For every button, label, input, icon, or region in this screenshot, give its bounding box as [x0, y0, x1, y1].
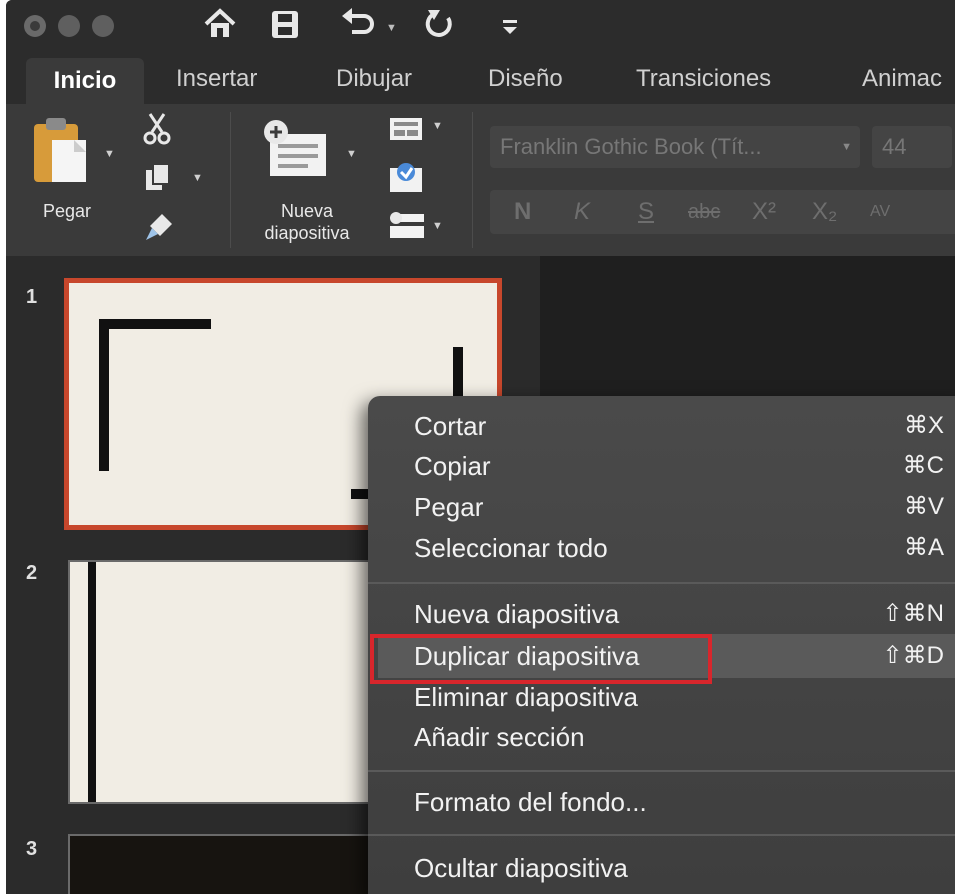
customize-toolbar-icon[interactable] [500, 6, 520, 42]
menu-item-label: Seleccionar todo [414, 533, 608, 563]
redo-icon[interactable] [420, 6, 460, 42]
home-icon[interactable] [202, 6, 238, 42]
new-slide-dropdown-icon[interactable]: ▼ [346, 148, 357, 160]
menu-item-label: Eliminar diapositiva [414, 682, 638, 712]
underline-button[interactable]: S [638, 190, 654, 234]
menu-item-anadir-seccion[interactable]: Añadir sección [414, 717, 944, 757]
italic-button[interactable]: K [574, 190, 590, 234]
paste-dropdown-icon[interactable]: ▼ [104, 148, 115, 160]
reset-slide-icon[interactable] [388, 162, 424, 199]
new-slide-label-line1: Nueva [280, 201, 334, 221]
menu-item-label: Nueva diapositiva [414, 599, 620, 629]
layout-icon[interactable] [388, 114, 424, 149]
slide-decor-line [99, 319, 211, 329]
menu-separator [368, 834, 955, 836]
powerpoint-window: ▼ Inicio Insertar Dibujar Diseño Transic… [6, 0, 955, 894]
menu-item-shortcut: ⌘A [903, 534, 944, 561]
menu-item-label: Cortar [414, 411, 487, 441]
slide-decor-line [88, 562, 96, 802]
menu-item-label: Añadir sección [414, 722, 585, 752]
menu-item-pegar[interactable]: Pegar ⌘V [414, 487, 944, 527]
menu-item-shortcut: ⌘C [902, 452, 944, 479]
subscript-button[interactable]: X₂ [812, 190, 837, 234]
paste-icon[interactable] [30, 116, 92, 191]
menu-item-shortcut: ⌘V [903, 493, 944, 520]
annotation-highlight-box [370, 634, 712, 684]
new-slide-label[interactable]: Nueva diapositiva [242, 200, 372, 244]
menu-item-label: Pegar [414, 492, 484, 522]
slide-number: 2 [26, 562, 38, 584]
menu-item-shortcut: ⇧⌘D [882, 642, 944, 669]
section-icon[interactable] [388, 210, 426, 247]
menu-item-nueva-diapositiva[interactable]: Nueva diapositiva ⇧⌘N [414, 594, 944, 634]
close-window-button[interactable] [24, 15, 46, 37]
superscript-button[interactable]: X² [752, 190, 776, 234]
ribbon-tabs: Inicio Insertar Dibujar Diseño Transicio… [6, 52, 955, 104]
menu-separator [368, 582, 955, 584]
chevron-down-icon: ▼ [841, 141, 852, 153]
format-painter-icon[interactable] [144, 210, 176, 247]
slide-number: 3 [26, 838, 38, 860]
strikethrough-button[interactable]: abc [688, 190, 720, 234]
scissors-icon[interactable] [142, 112, 172, 151]
menu-item-copiar[interactable]: Copiar ⌘C [414, 446, 944, 486]
menu-item-shortcut: ⌘X [903, 412, 944, 439]
undo-icon[interactable] [338, 6, 378, 42]
font-name-value: Franklin Gothic Book (Tít... [500, 134, 762, 159]
copy-dropdown-icon[interactable]: ▼ [192, 172, 203, 184]
title-bar: ▼ [6, 0, 955, 52]
menu-item-label: Ocultar diapositiva [414, 853, 628, 883]
bold-button[interactable]: N [514, 190, 531, 234]
tab-diseno[interactable]: Diseño [488, 65, 563, 93]
menu-item-cortar[interactable]: Cortar ⌘X [414, 406, 944, 446]
menu-item-shortcut: ⇧⌘N [882, 600, 944, 627]
ribbon-divider [472, 112, 473, 248]
character-spacing-button[interactable]: AV [870, 190, 890, 234]
minimize-window-button[interactable] [58, 15, 80, 37]
copy-icon[interactable] [144, 162, 172, 197]
font-size-select[interactable]: 44 [872, 126, 952, 168]
slide-decor-line [99, 319, 109, 471]
save-icon[interactable] [268, 6, 302, 42]
menu-separator [368, 770, 955, 772]
menu-item-label: Copiar [414, 451, 491, 481]
ribbon-divider [230, 112, 231, 248]
tab-dibujar[interactable]: Dibujar [336, 65, 412, 93]
paste-label[interactable]: Pegar [32, 200, 102, 222]
tab-insertar[interactable]: Insertar [176, 65, 257, 93]
format-toolbar: N K S abc X² X₂ AV [490, 190, 955, 234]
tab-animaciones[interactable]: Animac [862, 65, 942, 93]
menu-item-formato-del-fondo[interactable]: Formato del fondo... [414, 782, 944, 822]
tab-transiciones[interactable]: Transiciones [636, 65, 771, 93]
zoom-window-button[interactable] [92, 15, 114, 37]
new-slide-label-line2: diapositiva [264, 223, 350, 243]
slide-number: 1 [26, 286, 38, 308]
font-name-select[interactable]: Franklin Gothic Book (Tít... ▼ [490, 126, 860, 168]
new-slide-icon[interactable] [262, 118, 328, 185]
layout-dropdown-icon[interactable]: ▼ [432, 120, 443, 132]
undo-dropdown-icon[interactable]: ▼ [386, 22, 397, 34]
menu-item-seleccionar-todo[interactable]: Seleccionar todo ⌘A [414, 528, 944, 568]
menu-item-label: Formato del fondo... [414, 787, 647, 817]
tab-inicio[interactable]: Inicio [26, 58, 144, 104]
section-dropdown-icon[interactable]: ▼ [432, 220, 443, 232]
menu-item-ocultar-diapositiva[interactable]: Ocultar diapositiva [414, 848, 944, 888]
ribbon: ▼ Pegar ▼ ▼ Nueva diapositiva ▼ ▼ Frankl… [6, 104, 955, 256]
